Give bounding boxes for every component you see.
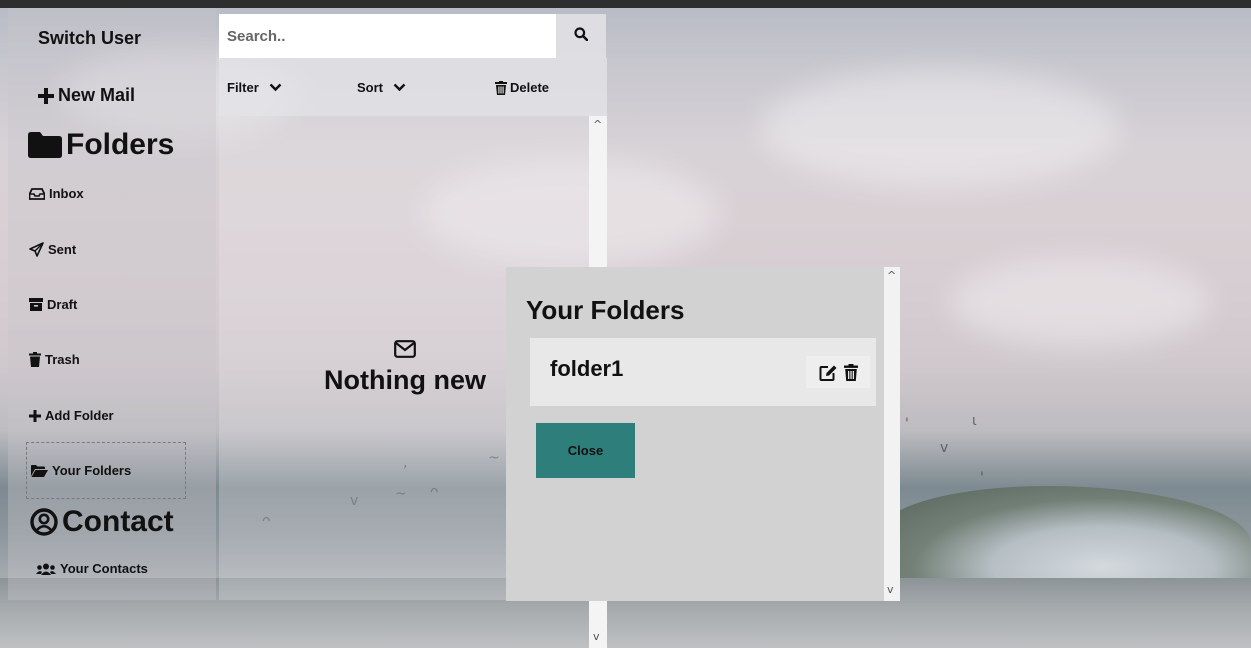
- scroll-down-arrow[interactable]: v: [887, 583, 894, 596]
- paper-plane-icon: [29, 242, 44, 257]
- search-button[interactable]: [556, 14, 606, 58]
- switch-user-button[interactable]: Switch User: [38, 28, 141, 49]
- sidebar-item-sent[interactable]: Sent: [29, 242, 76, 257]
- plus-icon: [29, 409, 41, 422]
- chevron-down-icon: [259, 80, 282, 95]
- bird: ': [980, 470, 984, 486]
- sidebar-item-label: Draft: [47, 297, 78, 312]
- user-circle-icon: [30, 508, 58, 536]
- delete-button[interactable]: Delete: [485, 80, 549, 95]
- envelope-icon: [394, 340, 416, 363]
- sidebar-item-label: Add Folder: [45, 408, 114, 423]
- search-icon: [574, 26, 589, 46]
- plus-icon: [38, 87, 54, 104]
- close-button[interactable]: Close: [536, 423, 635, 478]
- sort-label: Sort: [357, 80, 383, 95]
- empty-state: Nothing new: [320, 340, 490, 396]
- trash-icon: [485, 80, 507, 95]
- modal-title: Your Folders: [526, 295, 685, 325]
- filter-label: Filter: [227, 80, 259, 95]
- scroll-down-arrow[interactable]: v: [593, 630, 600, 643]
- bird: v: [940, 440, 949, 456]
- cloud: [760, 68, 1120, 188]
- sidebar-item-label: Your Folders: [52, 463, 132, 478]
- sidebar-item-trash[interactable]: Trash: [29, 352, 80, 367]
- sidebar-item-inbox[interactable]: Inbox: [29, 186, 84, 201]
- sidebar-item-label: Sent: [48, 242, 77, 257]
- users-icon: [36, 563, 56, 575]
- new-mail-button[interactable]: New Mail: [38, 85, 135, 106]
- folder-open-icon: [31, 464, 48, 477]
- sidebar-item-draft[interactable]: Draft: [29, 297, 77, 312]
- delete-label: Delete: [510, 80, 550, 95]
- trash-icon[interactable]: [843, 363, 858, 381]
- folder-icon: [28, 132, 62, 158]
- trash-icon: [29, 352, 41, 367]
- your-contacts-label: Your Contacts: [60, 561, 148, 576]
- bird: ɩ: [972, 413, 977, 429]
- sidebar-item-label: Inbox: [49, 186, 84, 201]
- sort-dropdown[interactable]: Sort: [357, 80, 406, 95]
- mail-toolbar: Filter Sort Delete: [219, 58, 607, 116]
- scroll-up-arrow[interactable]: ^: [887, 269, 896, 282]
- modal-scrollbar[interactable]: ^ v: [884, 267, 900, 601]
- folders-heading: Folders: [28, 128, 174, 162]
- folders-heading-label: Folders: [66, 128, 175, 161]
- new-mail-label: New Mail: [58, 85, 136, 105]
- scroll-up-arrow[interactable]: ^: [593, 118, 602, 131]
- cloud: [950, 258, 1210, 348]
- empty-state-text: Nothing new: [324, 365, 486, 395]
- sidebar-item-your-folders[interactable]: Your Folders: [26, 442, 186, 499]
- contact-heading: Contact: [30, 505, 174, 539]
- folder-row: folder1: [530, 338, 876, 406]
- folder-actions: [806, 356, 870, 388]
- chevron-down-icon: [383, 80, 406, 95]
- folder-name: folder1: [550, 356, 624, 381]
- contact-heading-label: Contact: [62, 505, 174, 538]
- sidebar-item-your-contacts[interactable]: Your Contacts: [36, 561, 148, 576]
- archive-icon: [29, 298, 43, 311]
- bird: ': [905, 416, 909, 432]
- edit-icon[interactable]: [819, 364, 838, 381]
- sidebar-item-add-folder[interactable]: Add Folder: [29, 408, 114, 423]
- filter-dropdown[interactable]: Filter: [227, 80, 282, 95]
- sidebar-item-label: Trash: [45, 352, 80, 367]
- search-input[interactable]: [219, 14, 556, 58]
- inbox-icon: [29, 187, 45, 200]
- switch-user-label: Switch User: [38, 28, 142, 48]
